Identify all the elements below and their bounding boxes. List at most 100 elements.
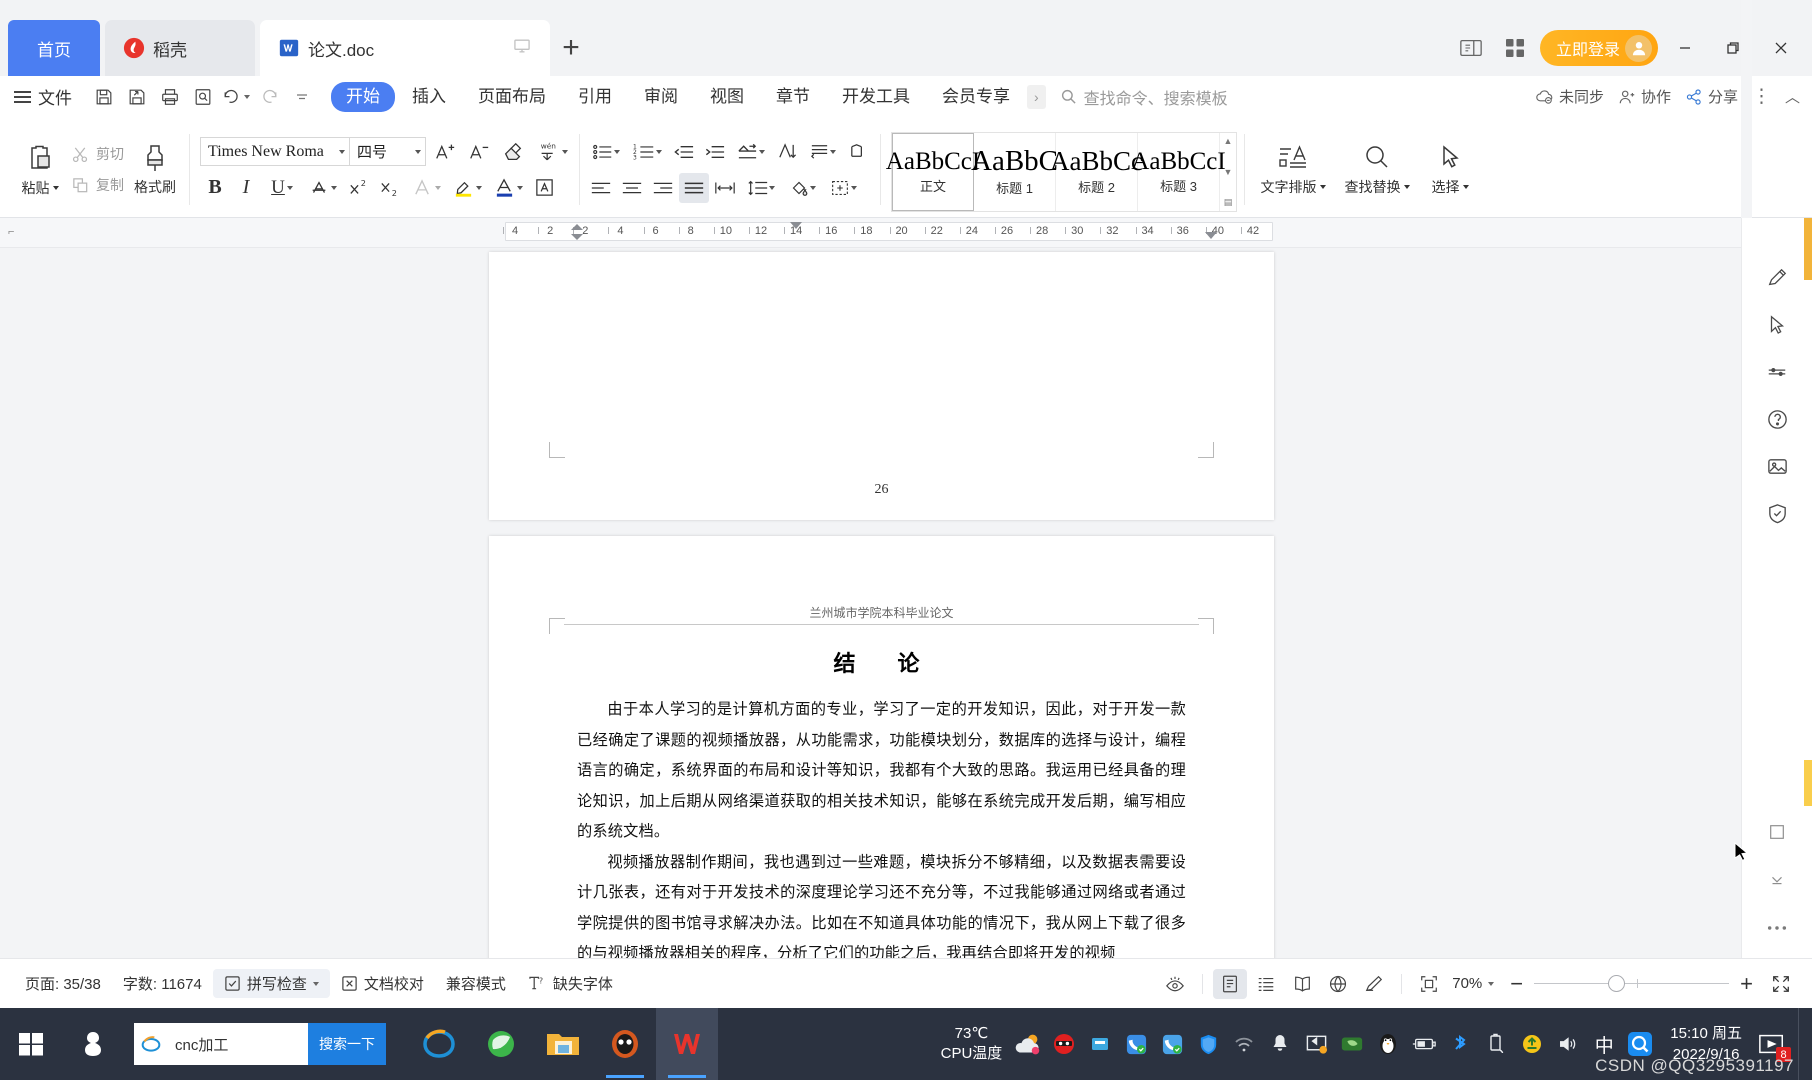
shading-button[interactable] bbox=[782, 173, 822, 203]
clear-format-button[interactable] bbox=[498, 137, 528, 167]
print-layout-icon[interactable] bbox=[1213, 968, 1248, 999]
text-effects-button[interactable] bbox=[406, 173, 446, 203]
horizontal-ruler[interactable]: 4 2 2 4 6 8 10 12 14 16 18 20 22 24 26 28 30 32 34 36 40 42 bbox=[503, 222, 1273, 243]
ribbon-tab-references[interactable]: 引用 bbox=[563, 82, 627, 112]
align-justify-button[interactable] bbox=[679, 172, 709, 203]
usb-eject-icon[interactable] bbox=[1480, 1028, 1512, 1060]
style-item-heading1[interactable]: AaBbC 标题 1 bbox=[971, 133, 1058, 211]
show-desktop-button[interactable] bbox=[1798, 1008, 1808, 1080]
zoom-slider[interactable] bbox=[1534, 975, 1730, 992]
style-item-normal[interactable]: AaBbCcI 正文 bbox=[886, 133, 980, 211]
distribute-button[interactable] bbox=[710, 173, 740, 203]
web-layout-icon[interactable] bbox=[1321, 969, 1355, 999]
volume-icon[interactable] bbox=[1552, 1028, 1584, 1060]
document-body[interactable]: 由于本人学习的是计算机方面的专业，学习了一定的开发知识，因此，对于开发一款已经确… bbox=[577, 694, 1186, 958]
taskbar-search-button[interactable]: 搜索一下 bbox=[308, 1023, 386, 1065]
bold-button[interactable]: B bbox=[200, 173, 230, 203]
login-button[interactable]: 立即登录 bbox=[1539, 30, 1658, 66]
doc-proof-button[interactable]: 文档校对 bbox=[330, 969, 435, 998]
focus-eye-icon[interactable] bbox=[1158, 969, 1192, 999]
tab-docer[interactable]: 稻壳 bbox=[105, 20, 255, 76]
screen-share-icon[interactable] bbox=[1300, 1028, 1332, 1060]
tencent-security-icon[interactable] bbox=[1192, 1028, 1224, 1060]
shield-check-icon[interactable] bbox=[1757, 493, 1797, 533]
windows-start-icon[interactable] bbox=[0, 1008, 62, 1080]
help-circle-icon[interactable] bbox=[1757, 399, 1797, 439]
reading-icon[interactable] bbox=[1285, 969, 1319, 999]
document-page-current[interactable]: 兰州城市学院本科毕业论文 结 论 由于本人学习的是计算机方面的专业，学习了一定的… bbox=[489, 536, 1274, 958]
phone-assistant-icon[interactable] bbox=[1120, 1028, 1152, 1060]
highlight-button[interactable] bbox=[447, 173, 487, 203]
collapse-ribbon-button[interactable]: ︿ bbox=[1785, 86, 1800, 107]
cut-button[interactable]: 剪切 bbox=[67, 141, 128, 167]
print-preview-icon[interactable] bbox=[187, 81, 218, 112]
weather-icon[interactable] bbox=[1012, 1028, 1044, 1060]
align-left-button[interactable] bbox=[586, 173, 616, 203]
fit-page-icon[interactable] bbox=[1412, 969, 1446, 999]
taskbar-app-file-explorer[interactable] bbox=[532, 1008, 594, 1080]
select-button[interactable]: 选择 bbox=[1419, 127, 1481, 213]
rail-accent-tab-2[interactable] bbox=[1804, 760, 1812, 806]
ribbon-tab-start[interactable]: 开始 bbox=[331, 81, 395, 112]
zoom-value-button[interactable]: 70% bbox=[1448, 971, 1498, 996]
ribbon-tab-view[interactable]: 视图 bbox=[695, 82, 759, 112]
strikethrough-button[interactable] bbox=[303, 173, 343, 203]
grid-view-icon[interactable] bbox=[1496, 29, 1534, 67]
command-search[interactable]: 查找命令、搜索模板 bbox=[1060, 85, 1228, 109]
save-as-icon[interactable] bbox=[121, 81, 152, 112]
superscript-button[interactable]: 2 bbox=[344, 173, 374, 203]
increase-indent-button[interactable] bbox=[699, 137, 729, 167]
new-tab-button[interactable]: + bbox=[550, 20, 592, 76]
taskbar-app-ie[interactable] bbox=[408, 1008, 470, 1080]
tab-home[interactable]: 首页 bbox=[8, 20, 100, 76]
sync-status-button[interactable]: 未同步 bbox=[1535, 86, 1604, 107]
shrink-font-button[interactable] bbox=[464, 137, 494, 167]
ninja-icon[interactable] bbox=[1048, 1028, 1080, 1060]
character-border-button[interactable] bbox=[529, 173, 559, 203]
grow-font-button[interactable] bbox=[430, 137, 460, 167]
bullet-list-button[interactable] bbox=[586, 137, 626, 167]
taskbar-search-box[interactable]: cnc加工 搜索一下 bbox=[134, 1023, 386, 1065]
single-page-view-icon[interactable] bbox=[1452, 29, 1490, 67]
decrease-indent-button[interactable] bbox=[668, 137, 698, 167]
font-size-input[interactable]: 四号 bbox=[350, 137, 426, 166]
ribbon-tab-dev-tools[interactable]: 开发工具 bbox=[827, 82, 925, 112]
usb-device-icon[interactable] bbox=[1084, 1028, 1116, 1060]
show-marks-button[interactable] bbox=[802, 137, 842, 167]
missing-font-button[interactable]: ? 缺失字体 bbox=[517, 969, 624, 998]
file-menu-button[interactable]: 文件 bbox=[14, 84, 82, 109]
align-right-button[interactable] bbox=[648, 173, 678, 203]
copy-button[interactable]: 复制 bbox=[67, 172, 128, 198]
first-line-indent-marker[interactable] bbox=[571, 224, 583, 230]
styles-scroll-up[interactable]: ▲ bbox=[1224, 136, 1233, 146]
update-icon[interactable] bbox=[1516, 1028, 1548, 1060]
zoom-slider-knob[interactable] bbox=[1608, 975, 1626, 992]
ribbon-tab-review[interactable]: 审阅 bbox=[629, 82, 693, 112]
bluetooth-icon[interactable] bbox=[1444, 1028, 1476, 1060]
more-dots-icon[interactable] bbox=[1757, 908, 1797, 948]
nvidia-icon[interactable] bbox=[1336, 1028, 1368, 1060]
cast-screen-icon[interactable] bbox=[512, 36, 532, 61]
markup-icon[interactable] bbox=[1357, 969, 1391, 999]
redo-icon[interactable] bbox=[253, 81, 284, 112]
minimize-button[interactable] bbox=[1664, 25, 1706, 71]
format-painter-button[interactable]: 格式刷 bbox=[128, 127, 182, 213]
font-color-button[interactable] bbox=[488, 173, 528, 203]
align-center-button[interactable] bbox=[617, 173, 647, 203]
customize-icon[interactable] bbox=[286, 81, 317, 112]
taskbar-app-bandizip[interactable] bbox=[594, 1008, 656, 1080]
pinyin-guide-button[interactable]: wén bbox=[532, 137, 572, 167]
center-tab-marker[interactable] bbox=[790, 222, 802, 229]
right-indent-marker[interactable] bbox=[1205, 232, 1217, 239]
style-item-heading2[interactable]: AaBbCc 标题 2 bbox=[1050, 133, 1143, 211]
cpu-temp-indicator[interactable]: 73℃ CPU温度 bbox=[935, 1024, 1009, 1064]
outline-icon[interactable] bbox=[1249, 969, 1283, 999]
more-options-button[interactable]: ⋮ bbox=[1752, 85, 1771, 108]
navigation-pane-icon[interactable] bbox=[1757, 812, 1797, 852]
fullscreen-icon[interactable] bbox=[1764, 969, 1798, 999]
ribbon-tab-page-layout[interactable]: 页面布局 bbox=[463, 82, 561, 112]
sort-button[interactable] bbox=[771, 137, 801, 167]
save-icon[interactable] bbox=[88, 81, 119, 112]
numbered-list-button[interactable]: 1 2 3 bbox=[627, 137, 667, 167]
borders-button[interactable] bbox=[823, 173, 863, 203]
